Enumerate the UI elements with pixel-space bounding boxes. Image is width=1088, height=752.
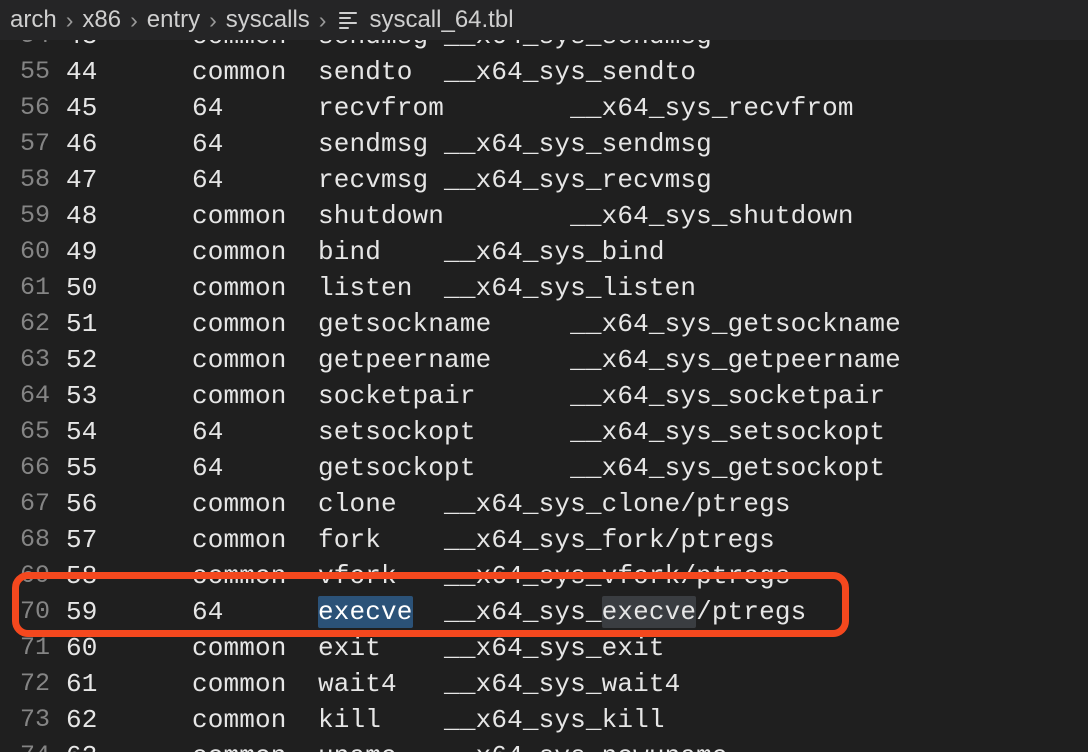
code-line[interactable]: 60 49 common bind __x64_sys_bind bbox=[0, 234, 1088, 270]
code-line-text: 49 common bind __x64_sys_bind bbox=[66, 237, 665, 267]
code-line-text: 55 64 getsockopt __x64_sys_getsockopt bbox=[66, 453, 886, 483]
line-number: 74 bbox=[0, 738, 50, 752]
code-line[interactable]: 55 44 common sendto __x64_sys_sendto bbox=[0, 54, 1088, 90]
breadcrumb-item-file[interactable]: syscall_64.tbl bbox=[339, 0, 514, 40]
line-number: 73 bbox=[19, 705, 50, 734]
code-line-text: 48 common shutdown __x64_sys_shutdown bbox=[66, 201, 854, 231]
code-line-text: 51 common getsockname __x64_sys_getsockn… bbox=[66, 309, 901, 339]
code-line-text: 52 common getpeername __x64_sys_getpeern… bbox=[66, 345, 901, 375]
line-number: 60 bbox=[19, 237, 50, 266]
code-line[interactable]: 73 62 common kill __x64_sys_kill bbox=[0, 702, 1088, 738]
line-number: 58 bbox=[19, 165, 50, 194]
code-line[interactable]: 68 57 common fork __x64_sys_fork/ptregs bbox=[0, 522, 1088, 558]
line-number: 67 bbox=[19, 489, 50, 518]
code-line[interactable]: 69 58 common vfork __x64_sys_vfork/ptregs bbox=[0, 558, 1088, 594]
line-number: 68 bbox=[19, 525, 50, 554]
line-number: 61 bbox=[19, 273, 50, 302]
line-number: 71 bbox=[19, 633, 50, 662]
selected-text: execve bbox=[318, 596, 413, 628]
code-line-text: 46 64 sendmsg __x64_sys_sendmsg bbox=[66, 129, 712, 159]
code-line[interactable]: 54 43 common sendmsg __x64_sys_sendmsg bbox=[0, 40, 1088, 54]
code-line[interactable]: 64 53 common socketpair __x64_sys_socketp… bbox=[0, 378, 1088, 414]
code-line-text: 63 common uname __x64_sys_newuname bbox=[66, 738, 728, 752]
code-line[interactable]: 66 55 64 getsockopt __x64_sys_getsockopt bbox=[0, 450, 1088, 486]
line-number: 64 bbox=[19, 381, 50, 410]
editor-window: arch › x86 › entry › syscalls › syscall_… bbox=[0, 0, 1088, 752]
line-number: 65 bbox=[19, 417, 50, 446]
breadcrumb-item-entry[interactable]: entry bbox=[147, 0, 200, 40]
breadcrumb-separator: › bbox=[65, 7, 74, 33]
code-editor[interactable]: 54 43 common sendmsg __x64_sys_sendmsg 55 4… bbox=[0, 40, 1088, 752]
breadcrumb-item-x86[interactable]: x86 bbox=[82, 0, 121, 40]
line-number: 66 bbox=[19, 453, 50, 482]
code-line[interactable]: 71 60 common exit __x64_sys_exit bbox=[0, 630, 1088, 666]
line-number: 70 bbox=[19, 597, 50, 626]
line-number: 57 bbox=[19, 129, 50, 158]
code-line[interactable]: 70 59 64 execve __x64_sys_execve/ptregs bbox=[0, 594, 1088, 630]
code-line-text: 59 64 execve __x64_sys_execve/ptregs bbox=[66, 596, 807, 628]
code-line[interactable]: 61 50 common listen __x64_sys_listen bbox=[0, 270, 1088, 306]
line-number: 69 bbox=[19, 561, 50, 590]
code-line-text: 53 common socketpair __x64_sys_socketpai… bbox=[66, 381, 886, 411]
line-number: 55 bbox=[19, 57, 50, 86]
code-line-text: 44 common sendto __x64_sys_sendto bbox=[66, 57, 697, 87]
breadcrumb-file-name: syscall_64.tbl bbox=[369, 6, 514, 33]
code-line-text: 47 64 recvmsg __x64_sys_recvmsg bbox=[66, 165, 712, 195]
breadcrumb-item-syscalls[interactable]: syscalls bbox=[226, 0, 310, 40]
code-line-text: 56 common clone __x64_sys_clone/ptregs bbox=[66, 489, 791, 519]
line-number: 56 bbox=[19, 93, 50, 122]
line-number: 54 bbox=[0, 40, 50, 54]
code-line-text: 57 common fork __x64_sys_fork/ptregs bbox=[66, 525, 775, 555]
code-line[interactable]: 63 52 common getpeername __x64_sys_getpee… bbox=[0, 342, 1088, 378]
breadcrumb-item-arch[interactable]: arch bbox=[10, 0, 57, 40]
code-line-text: 43 common sendmsg __x64_sys_sendmsg bbox=[66, 40, 712, 54]
code-line-text: 50 common listen __x64_sys_listen bbox=[66, 273, 697, 303]
code-line[interactable]: 57 46 64 sendmsg __x64_sys_sendmsg bbox=[0, 126, 1088, 162]
breadcrumb-separator: › bbox=[318, 7, 327, 33]
breadcrumb-separator: › bbox=[209, 7, 217, 33]
line-number: 59 bbox=[19, 201, 50, 230]
breadcrumb: arch › x86 › entry › syscalls › syscall_… bbox=[0, 0, 1088, 40]
code-lines-container: 54 43 common sendmsg __x64_sys_sendmsg 55 4… bbox=[0, 40, 1088, 752]
line-number: 72 bbox=[19, 669, 50, 698]
code-line[interactable]: 56 45 64 recvfrom __x64_sys_recvfrom bbox=[0, 90, 1088, 126]
code-line-text: 60 common exit __x64_sys_exit bbox=[66, 633, 665, 663]
code-line[interactable]: 58 47 64 recvmsg __x64_sys_recvmsg bbox=[0, 162, 1088, 198]
code-line[interactable]: 67 56 common clone __x64_sys_clone/ptregs bbox=[0, 486, 1088, 522]
code-line[interactable]: 62 51 common getsockname __x64_sys_getsoc… bbox=[0, 306, 1088, 342]
code-line-text: 54 64 setsockopt __x64_sys_setsockopt bbox=[66, 417, 886, 447]
code-line[interactable]: 65 54 64 setsockopt __x64_sys_setsockopt bbox=[0, 414, 1088, 450]
code-line-text: 58 common vfork __x64_sys_vfork/ptregs bbox=[66, 561, 791, 591]
code-line-text: 62 common kill __x64_sys_kill bbox=[66, 705, 665, 735]
code-line-text: 45 64 recvfrom __x64_sys_recvfrom bbox=[66, 93, 854, 123]
code-line[interactable]: 59 48 common shutdown __x64_sys_shutdown bbox=[0, 198, 1088, 234]
breadcrumb-separator: › bbox=[130, 7, 138, 33]
code-line[interactable]: 74 63 common uname __x64_sys_newuname bbox=[0, 738, 1088, 752]
match-highlight: execve bbox=[601, 596, 697, 628]
code-line[interactable]: 72 61 common wait4 __x64_sys_wait4 bbox=[0, 666, 1088, 702]
code-line-text: 61 common wait4 __x64_sys_wait4 bbox=[66, 669, 681, 699]
text-file-icon bbox=[339, 10, 359, 30]
line-number: 63 bbox=[19, 345, 50, 374]
line-number: 62 bbox=[19, 309, 50, 338]
